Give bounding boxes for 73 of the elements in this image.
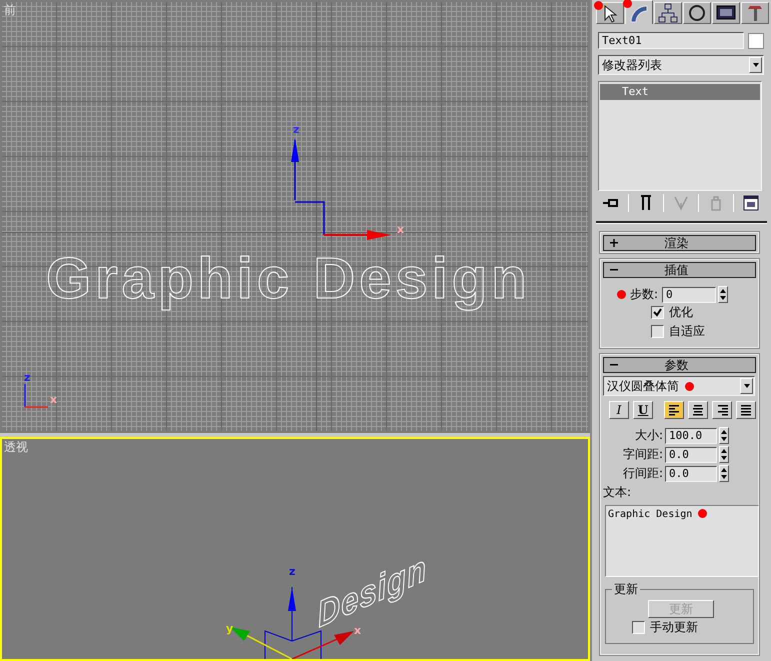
font-dropdown[interactable]: 汉仪圆叠体简 (603, 376, 755, 396)
align-button[interactable] (664, 401, 684, 419)
number-field[interactable]: 0.0 (665, 466, 717, 482)
up-arrow-icon (721, 448, 727, 453)
checkbox[interactable] (632, 621, 645, 634)
group-title: 更新 (613, 581, 639, 598)
panel-tab[interactable] (712, 2, 740, 24)
panel-tab[interactable] (741, 2, 769, 24)
circle-icon (686, 2, 708, 24)
field-label: 文本: (603, 484, 632, 501)
viewport-label: 透视 (4, 439, 28, 456)
steps-field[interactable]: 0 (662, 286, 716, 302)
field-label: 字间距: (622, 446, 663, 463)
up-arrow-icon (721, 430, 727, 434)
number-field[interactable]: 100.0 (665, 428, 717, 444)
text-area[interactable]: Graphic Design (605, 505, 759, 577)
rollout-header[interactable]: 插值 (603, 262, 756, 278)
checkbox[interactable] (651, 325, 664, 338)
checkbox[interactable] (651, 306, 664, 319)
up-arrow-icon (721, 468, 727, 472)
plus-icon (610, 239, 618, 247)
color-swatch[interactable] (748, 32, 764, 48)
align-icon (740, 404, 752, 416)
field-label: 步数: (630, 286, 658, 303)
down-arrow-icon (752, 63, 758, 67)
number-field[interactable]: 0.0 (665, 446, 717, 462)
hierarchy-icon (657, 2, 679, 24)
align-button[interactable] (688, 401, 708, 419)
align-icon (716, 404, 728, 416)
annotation-dot (594, 1, 603, 10)
style-button[interactable]: I (609, 401, 630, 419)
axis-label: x (397, 224, 404, 235)
window-icon[interactable] (742, 194, 760, 212)
align-icon (668, 404, 680, 416)
check-icon (653, 308, 662, 317)
align-button[interactable] (736, 401, 756, 419)
spinner[interactable] (719, 427, 729, 444)
down-arrow-icon (744, 384, 750, 388)
style-button[interactable]: U (633, 401, 654, 419)
annotation-dot (623, 0, 632, 8)
viewport-label: 前 (4, 2, 16, 19)
panel-tab[interactable] (683, 2, 711, 24)
font-name: 汉仪圆叠体简 (607, 378, 679, 394)
down-arrow-icon (720, 296, 726, 300)
down-arrow-icon (721, 475, 727, 480)
axis-label: z (24, 372, 30, 383)
rollout-header[interactable]: 渲染 (603, 235, 756, 251)
axis-label: z (289, 566, 296, 577)
spinner[interactable] (719, 446, 729, 463)
field-label: 行间距: (622, 465, 663, 482)
field-label: 大小: (634, 427, 663, 444)
down-arrow-icon (721, 456, 727, 460)
stack-item[interactable]: Text (600, 84, 760, 100)
text-outline: Graphic Design (46, 245, 531, 313)
checkbox-option[interactable]: 手动更新 (632, 618, 698, 637)
checkbox-option[interactable]: 自适应 (651, 322, 758, 341)
axis-label: y (226, 623, 234, 634)
axis-label: x (50, 394, 58, 405)
align-icon (692, 404, 704, 416)
panel-tab[interactable] (596, 2, 624, 24)
axis-tripod-icon (24, 384, 48, 408)
panel-tab[interactable] (654, 2, 682, 24)
name-field[interactable]: Text01 (598, 32, 744, 49)
spinner[interactable] (719, 465, 729, 482)
align-button[interactable] (712, 401, 732, 419)
axis-label: x (354, 625, 362, 636)
modifier-dropdown[interactable]: 修改器列表 (598, 55, 764, 75)
up-arrow-icon (720, 288, 726, 293)
down-arrow-icon (721, 437, 727, 442)
checkbox-option[interactable]: 优化 (651, 303, 758, 322)
rollout-header[interactable]: 参数 (603, 357, 756, 373)
spinner[interactable] (718, 286, 728, 303)
axis-label: z (293, 124, 300, 135)
